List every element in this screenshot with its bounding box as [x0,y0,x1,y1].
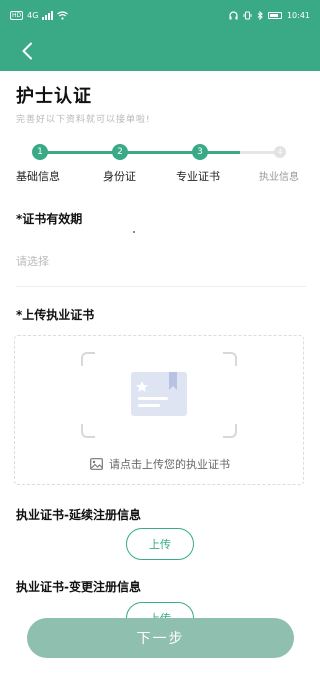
back-button[interactable] [14,38,40,64]
chevron-left-icon [22,42,32,60]
frame-corner [223,352,237,366]
signal-icon [42,11,54,20]
upload-hint-text: 请点击上传您的执业证书 [109,458,230,471]
status-right: 10:41 [229,11,310,20]
step-4-circle: 4 [274,146,286,158]
frame-corner [81,424,95,438]
page-subtitle: 完善好以下资料就可以接单啦! [16,115,151,125]
battery-icon [267,12,282,19]
step-3-label: 专业证书 [176,170,220,183]
certificate-icon [131,372,187,416]
status-time: 10:41 [286,11,310,20]
page-title: 护士认证 [16,86,92,107]
network-label: 4G [27,11,39,20]
step-1-label: 基础信息 [16,170,60,183]
status-left: HD 4G [10,11,69,20]
upload-hint: 请点击上传您的执业证书 [15,456,305,472]
wifi-icon [57,11,69,20]
step-connector [40,151,240,154]
renewal-label: 执业证书-延续注册信息 [16,508,141,522]
step-2-circle: 2 [112,144,128,160]
step-4-label: 执业信息 [259,172,299,183]
next-button[interactable]: 下一步 [27,618,294,658]
app-header: HD 4G 10:41 [0,0,320,71]
hd-badge: HD [10,11,24,20]
image-icon [90,458,103,470]
renewal-upload-button[interactable]: 上传 [126,528,194,560]
frame-corner [223,424,237,438]
divider [16,286,306,287]
change-label: 执业证书-变更注册信息 [16,580,141,594]
vibrate-icon [243,11,252,20]
bluetooth-icon [257,11,263,20]
stray-dot [133,231,135,233]
step-3-circle: 3 [192,144,208,160]
headphones-icon [229,11,238,20]
frame-corner [81,352,95,366]
step-1-circle: 1 [32,144,48,160]
step-2-label: 身份证 [103,170,136,183]
upload-cert-area[interactable]: 请点击上传您的执业证书 [14,335,304,485]
upload-cert-label: *上传执业证书 [16,308,95,322]
cert-validity-select[interactable]: 请选择 [16,253,49,269]
cert-validity-label: *证书有效期 [16,212,83,226]
upload-frame [81,352,237,438]
status-bar: HD 4G 10:41 [0,0,320,34]
progress-stepper: 1 2 3 4 基础信息 身份证 专业证书 执业信息 [0,140,320,190]
